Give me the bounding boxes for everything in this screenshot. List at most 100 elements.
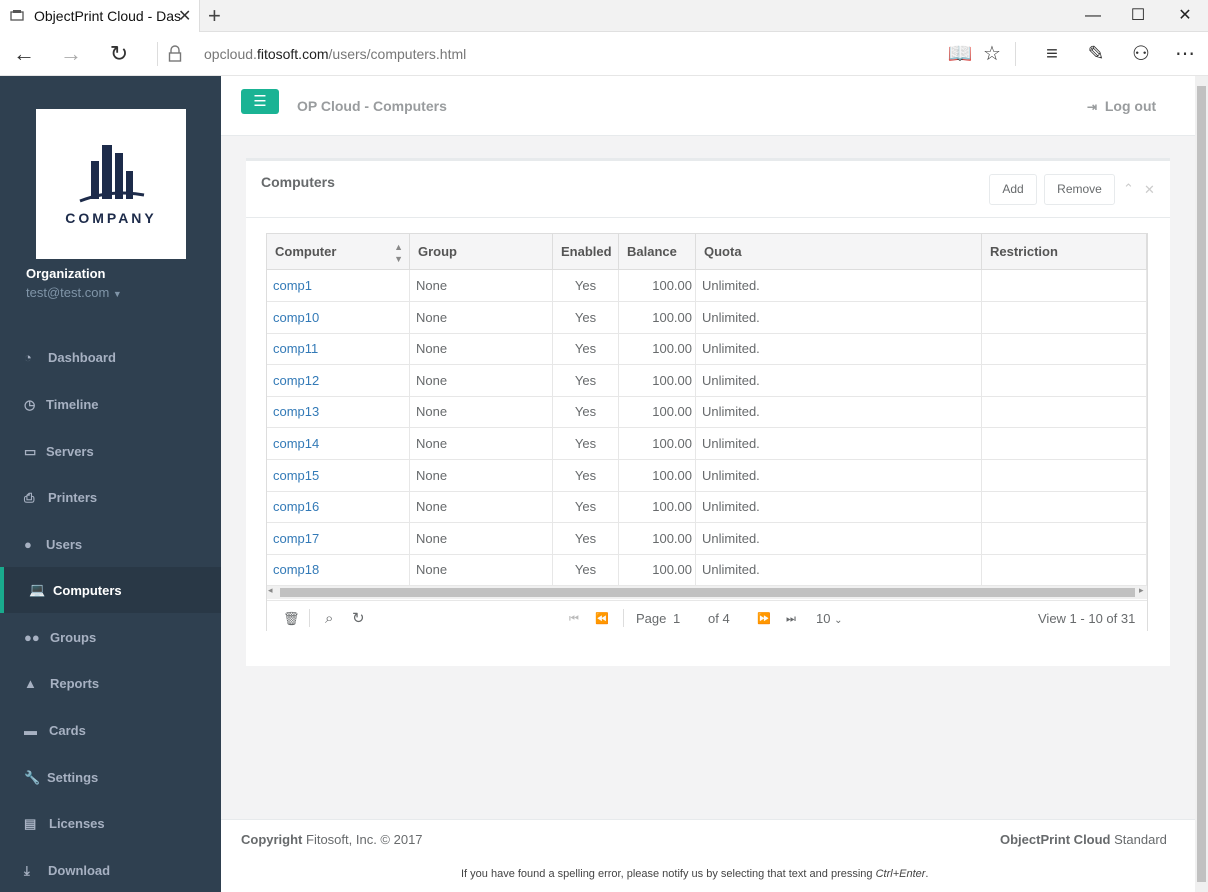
computer-link[interactable]: comp18 bbox=[273, 562, 319, 577]
remove-button[interactable]: Remove bbox=[1044, 174, 1115, 205]
sidebar-item-users[interactable]: ● Users bbox=[0, 523, 221, 567]
table-row[interactable]: comp10 None Yes 100.00 Unlimited. bbox=[267, 301, 1147, 334]
prev-page-icon[interactable]: ⏪ bbox=[595, 601, 609, 637]
table-row[interactable]: comp17 None Yes 100.00 Unlimited. bbox=[267, 522, 1147, 555]
favorite-star-icon[interactable]: ☆ bbox=[978, 42, 1006, 66]
table-row[interactable]: comp1 None Yes 100.00 Unlimited. bbox=[267, 270, 1147, 302]
sidebar-item-printers[interactable]: ⎙ Printers bbox=[0, 476, 221, 520]
computer-link[interactable]: comp11 bbox=[273, 341, 318, 356]
sidebar-item-licenses[interactable]: ▤ Licenses bbox=[0, 802, 221, 846]
computer-link[interactable]: comp12 bbox=[273, 373, 319, 388]
column-header-restriction[interactable]: Restriction bbox=[982, 234, 1147, 270]
page-number-input[interactable]: 1 bbox=[673, 601, 701, 637]
sidebar-item-cards[interactable]: ▬ Cards bbox=[0, 709, 221, 753]
more-icon[interactable]: ⋯ bbox=[1171, 42, 1199, 66]
reading-view-icon[interactable]: 📖 bbox=[946, 42, 974, 66]
share-icon[interactable]: ⚇ bbox=[1127, 42, 1155, 66]
printer-icon: ⎙ bbox=[24, 490, 35, 505]
sidebar-item-label: Computers bbox=[53, 583, 122, 598]
scroll-left-icon[interactable]: ◂ bbox=[268, 585, 273, 596]
tab-close-icon[interactable]: ✕ bbox=[178, 6, 191, 26]
computer-link[interactable]: comp17 bbox=[273, 531, 319, 546]
cell-computer: comp12 bbox=[267, 364, 410, 396]
sidebar-item-label: Reports bbox=[50, 676, 100, 691]
scroll-right-icon[interactable]: ▸ bbox=[1139, 585, 1144, 596]
sidebar-item-timeline[interactable]: ◷ Timeline bbox=[0, 383, 221, 427]
next-page-icon[interactable]: ⏩ bbox=[757, 601, 771, 637]
dashboard-icon: ◔ bbox=[24, 350, 32, 365]
sidebar-item-servers[interactable]: ▭ Servers bbox=[0, 430, 221, 474]
cell-quota: Unlimited. bbox=[696, 364, 982, 396]
sidebar-item-label: Servers bbox=[46, 444, 94, 459]
menu-toggle-button[interactable]: ☰ bbox=[241, 89, 279, 114]
divider bbox=[1015, 42, 1016, 66]
company-logo: COMPANY bbox=[36, 109, 186, 259]
collapse-chevron-up-icon[interactable]: ⌃ bbox=[1123, 181, 1134, 197]
search-icon[interactable]: ⌕ bbox=[325, 601, 333, 637]
delete-trash-icon[interactable]: 🗑 bbox=[283, 601, 300, 637]
table-row[interactable]: comp16 None Yes 100.00 Unlimited. bbox=[267, 491, 1147, 524]
computer-link[interactable]: comp10 bbox=[273, 310, 319, 325]
web-note-icon[interactable]: ✎ bbox=[1082, 42, 1110, 66]
page-count: of 4 bbox=[708, 611, 730, 626]
sidebar-item-reports[interactable]: ▲ Reports bbox=[0, 662, 221, 706]
sidebar-item-label: Printers bbox=[48, 490, 98, 505]
cell-group: None bbox=[410, 459, 553, 491]
window-close-icon[interactable]: ✕ bbox=[1162, 0, 1208, 32]
account-dropdown[interactable]: test@test.com ▼ bbox=[26, 285, 122, 300]
maximize-icon[interactable]: ☐ bbox=[1115, 0, 1161, 32]
server-icon: ▭ bbox=[24, 444, 37, 459]
table-row[interactable]: comp14 None Yes 100.00 Unlimited. bbox=[267, 428, 1147, 460]
sort-icon: ▲ ▼ bbox=[394, 242, 403, 264]
column-header-group[interactable]: Group bbox=[410, 234, 553, 270]
computer-link[interactable]: comp15 bbox=[273, 468, 319, 483]
logout-label: Log out bbox=[1104, 98, 1157, 114]
cell-balance: 100.00 bbox=[619, 522, 696, 554]
refresh-icon[interactable]: ↻ bbox=[105, 40, 133, 68]
sidebar-item-computers[interactable]: 💻 Computers bbox=[0, 567, 221, 613]
sidebar-item-dashboard[interactable]: ◔ Dashboard bbox=[0, 336, 221, 380]
table-row[interactable]: comp13 None Yes 100.00 Unlimited. bbox=[267, 396, 1147, 429]
new-tab-icon[interactable]: + bbox=[208, 3, 221, 29]
back-icon[interactable]: ← bbox=[10, 40, 38, 68]
first-page-icon[interactable]: ⏮ bbox=[569, 601, 579, 637]
computer-link[interactable]: comp16 bbox=[273, 499, 319, 514]
computer-link[interactable]: comp13 bbox=[273, 404, 319, 419]
sidebar-item-groups[interactable]: ●● Groups bbox=[0, 616, 221, 660]
browser-tab[interactable]: ObjectPrint Cloud - Das ✕ bbox=[0, 0, 200, 32]
computer-link[interactable]: comp1 bbox=[273, 278, 312, 293]
sidebar-item-settings[interactable]: 🔧 Settings bbox=[0, 756, 221, 800]
forward-icon[interactable]: → bbox=[57, 40, 85, 68]
table-header: Computer ▲ ▼ Group Enabled Balance Quota R… bbox=[267, 234, 1147, 270]
rows-per-page-select[interactable]: 10 ⌄ bbox=[816, 601, 842, 639]
chart-icon: ▲ bbox=[24, 676, 37, 691]
user-icon: ● bbox=[24, 537, 32, 552]
sidebar-item-download[interactable]: ⤓ Download bbox=[0, 849, 221, 892]
cell-restriction bbox=[982, 333, 1147, 365]
scrollbar-thumb[interactable] bbox=[280, 588, 1135, 597]
logout-link[interactable]: ⇥ Log out bbox=[1087, 98, 1156, 114]
scrollbar-thumb[interactable] bbox=[1197, 86, 1206, 882]
add-button[interactable]: Add bbox=[989, 174, 1037, 205]
minimize-icon[interactable]: — bbox=[1070, 0, 1116, 32]
favicon-icon bbox=[10, 10, 24, 21]
cell-group: None bbox=[410, 333, 553, 365]
caret-down-icon: ▼ bbox=[112, 289, 122, 299]
reload-icon[interactable]: ↻ bbox=[352, 601, 365, 637]
cell-group: None bbox=[410, 396, 553, 428]
hub-icon[interactable]: ≡ bbox=[1038, 42, 1066, 66]
sidebar-item-label: Timeline bbox=[46, 397, 99, 412]
last-page-icon[interactable]: ⏭ bbox=[786, 601, 796, 637]
column-header-balance[interactable]: Balance bbox=[619, 234, 696, 270]
table-row[interactable]: comp12 None Yes 100.00 Unlimited. bbox=[267, 364, 1147, 397]
table-row[interactable]: comp15 None Yes 100.00 Unlimited. bbox=[267, 459, 1147, 492]
column-header-enabled[interactable]: Enabled bbox=[553, 234, 619, 270]
panel-close-icon[interactable]: ✕ bbox=[1144, 182, 1155, 198]
column-header-computer[interactable]: Computer ▲ ▼ bbox=[267, 234, 410, 270]
computer-link[interactable]: comp14 bbox=[273, 436, 319, 451]
table-row[interactable]: comp18 None Yes 100.00 Unlimited. bbox=[267, 554, 1147, 587]
cell-enabled: Yes bbox=[553, 301, 619, 333]
table-row[interactable]: comp11 None Yes 100.00 Unlimited. bbox=[267, 333, 1147, 366]
url-field[interactable]: opcloud.fitosoft.com/users/computers.htm… bbox=[204, 46, 466, 62]
column-header-quota[interactable]: Quota bbox=[696, 234, 982, 270]
